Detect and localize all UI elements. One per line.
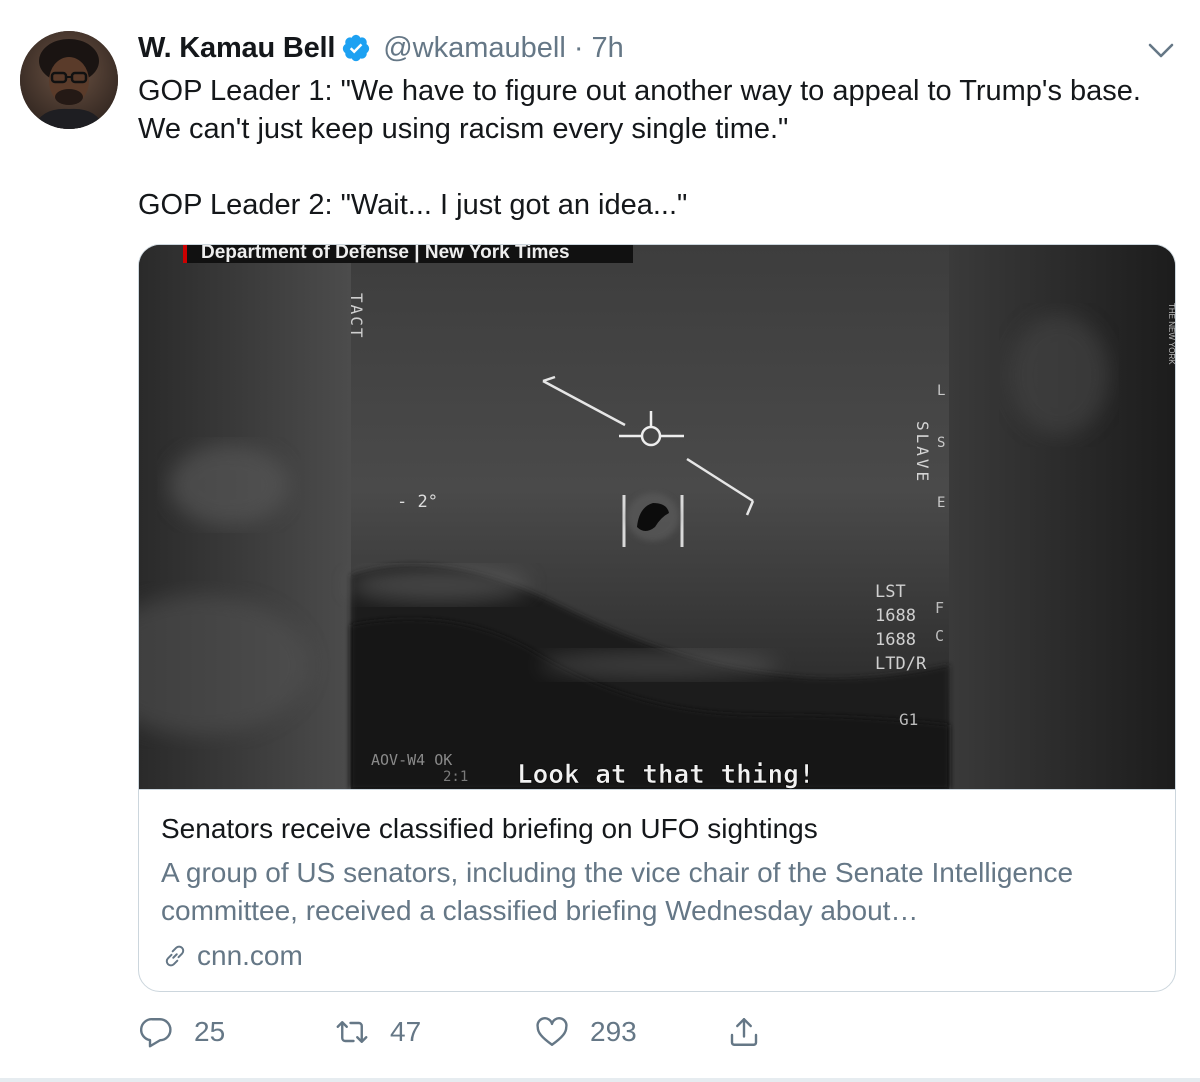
card-image[interactable]: Department of Defense | New York Times T… <box>139 245 1176 789</box>
like-button[interactable]: 293 <box>534 1008 637 1056</box>
card-title[interactable]: Senators receive classified briefing on … <box>161 812 818 846</box>
share-button[interactable] <box>726 1008 762 1056</box>
hud-data-4: LTD/R <box>875 654 927 674</box>
card-domain[interactable]: cnn.com <box>161 938 303 974</box>
svg-text:S: S <box>937 435 945 451</box>
reply-icon <box>140 1018 172 1048</box>
retweet-count: 47 <box>390 1016 422 1047</box>
watermark: THE NEW YORK <box>1167 303 1176 365</box>
card-domain-text: cnn.com <box>197 940 303 971</box>
hud-bottom-left: AOV-W4 OK <box>371 751 452 769</box>
tweet-actions: 25 47 293 <box>138 1008 778 1056</box>
avatar-image <box>20 31 118 129</box>
svg-text:C: C <box>935 627 944 645</box>
share-icon <box>730 1018 758 1046</box>
reply-count: 25 <box>194 1016 226 1047</box>
display-name[interactable]: W. Kamau Bell <box>138 32 335 65</box>
hud-g1: G1 <box>899 710 918 729</box>
retweet-button[interactable]: 47 <box>334 1008 421 1056</box>
svg-text:E: E <box>937 495 945 511</box>
verified-badge-icon <box>341 33 371 63</box>
link-card[interactable]: Department of Defense | New York Times T… <box>138 244 1176 992</box>
reply-button[interactable]: 25 <box>138 1008 225 1056</box>
hud-left-label: TACT <box>347 293 366 340</box>
hud-slave: SLAVE <box>913 421 932 484</box>
svg-text:L: L <box>937 383 945 399</box>
avatar[interactable] <box>20 31 118 129</box>
hud-data-1: LST <box>875 582 906 602</box>
card-body[interactable]: Senators receive classified briefing on … <box>139 789 1175 991</box>
card-description: A group of US senators, including the vi… <box>161 857 1074 926</box>
tweet-text: GOP Leader 1: "We have to figure out ano… <box>138 75 1141 221</box>
hud-data-3: 1688 <box>875 630 916 650</box>
user-handle[interactable]: @wkamaubell <box>383 32 566 65</box>
video-caption: Look at that thing! <box>517 760 814 789</box>
chevron-down-icon[interactable] <box>1144 36 1178 64</box>
hud-angle: - 2° <box>397 492 438 512</box>
link-icon <box>165 945 185 967</box>
separator-dot: · <box>573 31 584 64</box>
hud-bottom-left-2: 2:1 <box>443 769 468 785</box>
hud-data-2: 1688 <box>875 606 916 626</box>
tweet: W. Kamau Bell @wkamaubell · 7h GOP Leade… <box>0 0 1200 1082</box>
like-count: 293 <box>590 1016 637 1047</box>
news-banner: Department of Defense | New York Times <box>201 245 570 263</box>
heart-icon <box>536 1017 568 1046</box>
divider <box>0 1078 1200 1082</box>
timestamp[interactable]: 7h <box>591 32 623 65</box>
retweet-icon <box>336 1021 368 1043</box>
tweet-header: W. Kamau Bell @wkamaubell · 7h <box>138 28 624 68</box>
svg-text:F: F <box>935 599 944 617</box>
